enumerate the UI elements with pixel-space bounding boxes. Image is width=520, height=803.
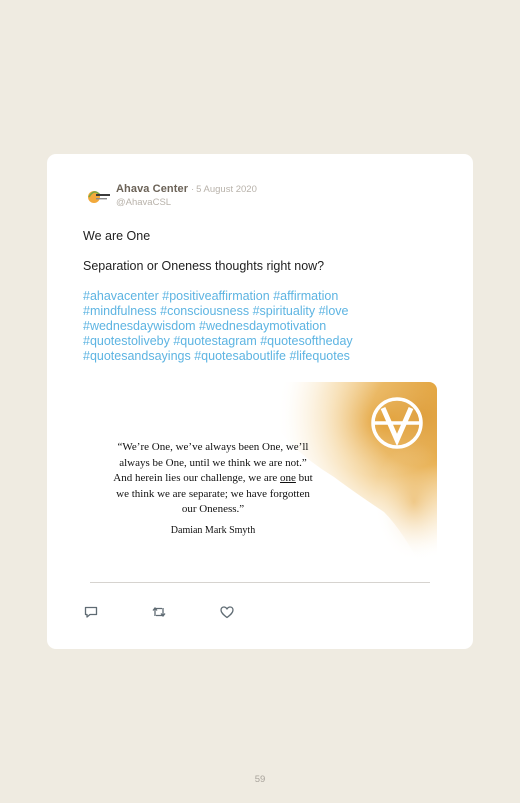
author-block: Ahava Center · 5 August 2020 @AhavaCSL [116,183,257,209]
display-name[interactable]: Ahava Center [116,183,188,195]
retweet-icon [152,606,166,618]
hashtag-link[interactable]: #quotestagram [173,334,256,348]
hashtag-link[interactable]: #quotesoftheday [260,334,352,348]
quote-line: our Oneness.” [181,503,245,515]
v-emblem-icon [371,397,423,449]
tweet-paragraph: Separation or Oneness thoughts right now… [83,259,325,273]
hashtag-link[interactable]: #positiveaffirmation [162,289,269,303]
separator-dot: · [191,184,195,194]
tweet-date[interactable]: 5 August 2020 [196,184,257,196]
quote-line: “We’re One, we’ve always been One, we’ll [117,441,309,453]
hashtag-link[interactable]: #wednesdaywisdom [83,319,196,333]
hashtag-link[interactable]: #consciousness [160,304,249,318]
hashtag-link[interactable]: #affirmation [273,289,338,303]
hashtag-link[interactable]: #wednesdaymotivation [199,319,326,333]
retweet-button[interactable] [151,604,167,620]
divider [90,582,430,583]
quote-text: “We’re One, we’ve always been One, we’ll… [98,440,328,518]
tweet-text: We are One Separation or Oneness thought… [83,229,443,289]
user-handle[interactable]: @AhavaCSL [116,197,257,209]
tweet-actions [83,604,287,620]
hashtag-link[interactable]: #quotesaboutlife [194,349,286,363]
hashtag-link[interactable]: #quotestoliveby [83,334,170,348]
hashtag-list: #ahavacenter #positiveaffirmation #affir… [83,289,413,364]
like-button[interactable] [219,604,235,620]
quote-line: And herein lies our challenge, we are on… [98,471,328,487]
hashtag-link[interactable]: #mindfulness [83,304,157,318]
quote-attribution: Damian Mark Smyth [170,525,256,536]
hashtag-link[interactable]: #lifequotes [289,349,349,363]
hashtag-link[interactable]: #spirituality [253,304,316,318]
hashtag-link[interactable]: #quotesandsayings [83,349,191,363]
quote-line: always be One, until we think we are not… [119,456,307,469]
quote-image[interactable]: “We’re One, we’ve always been One, we’ll… [84,382,437,573]
tweet-card: Ahava Center · 5 August 2020 @AhavaCSL W… [47,154,473,649]
avatar[interactable] [83,182,111,210]
reply-icon [84,606,98,618]
tweet-header: Ahava Center · 5 August 2020 @AhavaCSL [83,183,257,211]
page-number: 59 [254,774,266,785]
hashtag-link[interactable]: #ahavacenter [83,289,159,303]
heart-icon [220,606,234,619]
quote-underlined-word: one [280,472,296,484]
quote-line: we think we are separate; we have forgot… [116,487,310,500]
ahava-logo-icon [88,191,110,203]
tweet-paragraph: We are One [83,229,151,243]
quote-line-part: And herein lies our challenge, we are on… [113,472,313,484]
reply-button[interactable] [83,604,99,620]
hashtag-link[interactable]: #love [319,304,349,318]
